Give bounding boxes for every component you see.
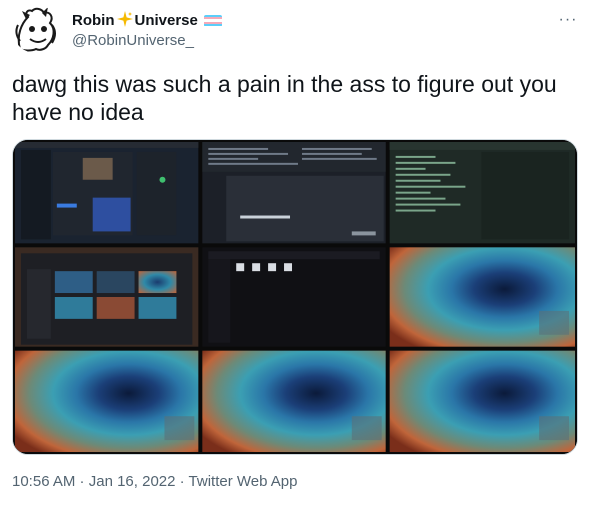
tweet-text: dawg this was such a pain in the ass to … — [12, 71, 564, 125]
tweet-source[interactable]: Twitter Web App — [189, 473, 298, 490]
tile-desktop-chat — [14, 141, 199, 244]
tweet-header: Robin Universe @RobinUniverse_ ··· — [12, 5, 579, 59]
tweet-date[interactable]: Jan 16, 2022 — [89, 473, 176, 490]
media-collage — [13, 140, 577, 454]
more-horizontal-icon[interactable]: ··· — [557, 9, 579, 31]
separator: · — [75, 473, 89, 490]
sparkle-icon — [116, 11, 133, 30]
separator: · — [175, 473, 189, 490]
author-handle[interactable]: @RobinUniverse_ — [72, 32, 194, 49]
transgender-flag-icon — [203, 14, 222, 27]
flag-stripe — [203, 24, 222, 27]
tile-desktop-code — [389, 141, 576, 244]
tile-wallpaper-eye — [389, 350, 576, 453]
tile-desktop-code-dialog — [202, 141, 386, 244]
tile-desktop-windows-grid — [14, 247, 199, 347]
author-name-part2: Universe — [134, 12, 198, 29]
tweet-timestamp: 10:56 AM · Jan 16, 2022 · Twitter Web Ap… — [12, 473, 298, 490]
author-name[interactable]: Robin Universe — [72, 11, 222, 30]
tile-wallpaper-eye — [389, 247, 576, 347]
tweet-time[interactable]: 10:56 AM — [12, 473, 75, 490]
tile-wallpaper-eye — [14, 350, 199, 453]
tweet-media[interactable] — [12, 139, 578, 455]
avatar[interactable] — [12, 5, 60, 53]
author-name-part1: Robin — [72, 12, 115, 29]
tile-wallpaper-eye — [202, 350, 386, 453]
tile-desktop-file-manager — [202, 247, 386, 347]
